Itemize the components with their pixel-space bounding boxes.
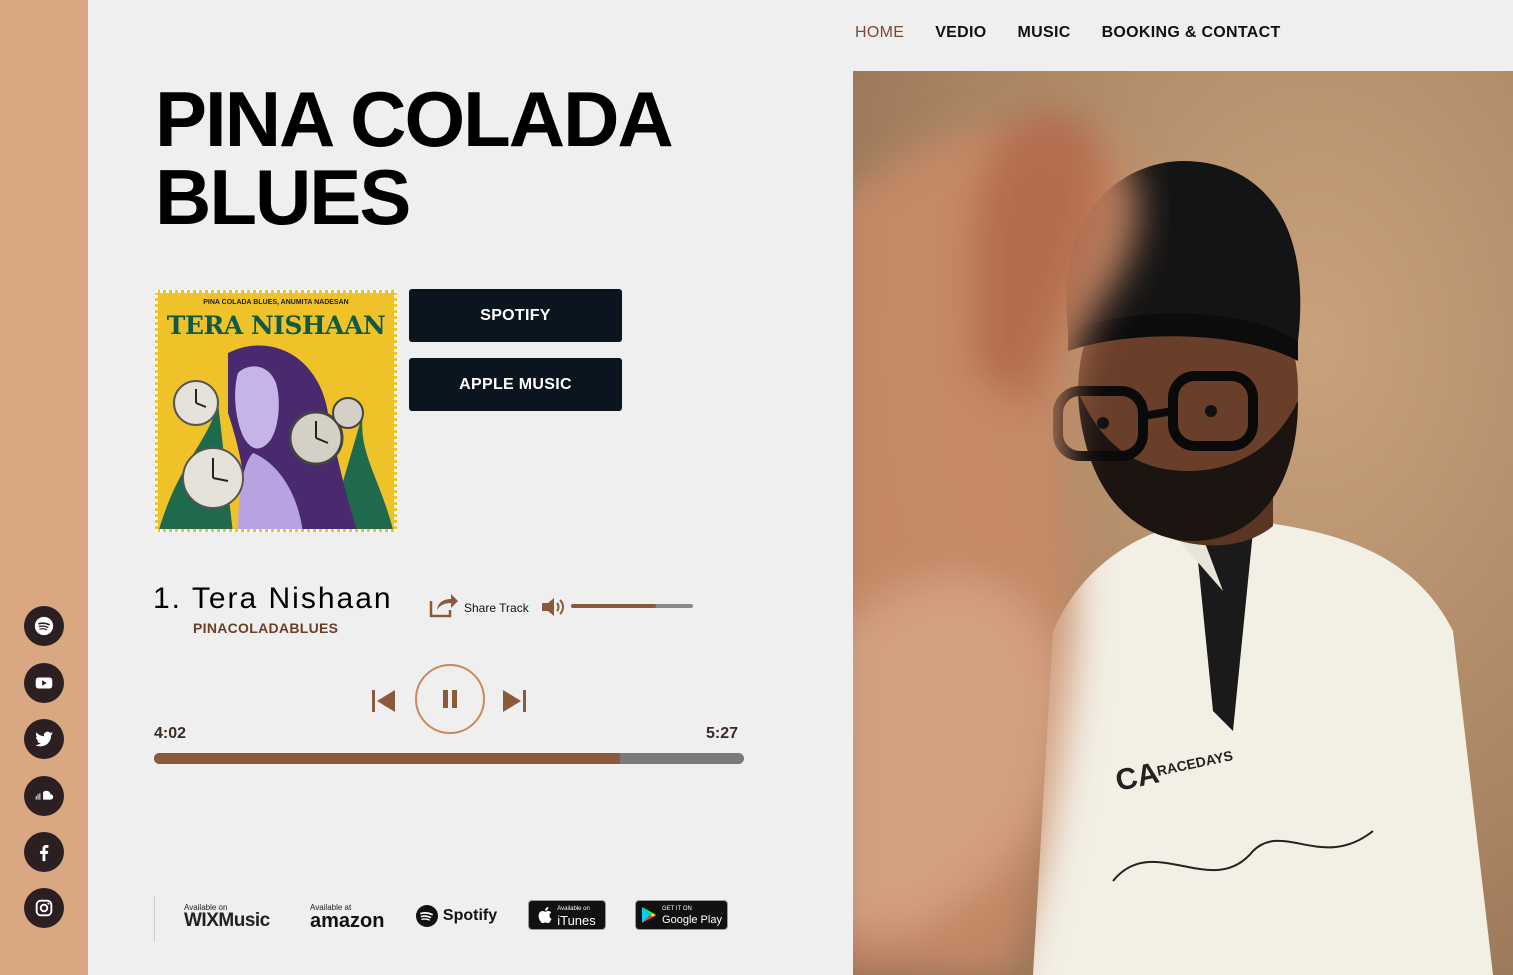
share-icon <box>429 594 458 618</box>
volume-slider[interactable] <box>571 604 693 608</box>
album-name: TERA NISHAAN <box>166 311 386 340</box>
title-line-1: PINA COLADA <box>155 75 674 163</box>
nav-home[interactable]: HOME <box>855 24 904 42</box>
amazon-text: amazon <box>310 909 385 932</box>
album-art-illustration <box>159 345 393 529</box>
itunes-badge[interactable]: Available on iTunes <box>528 900 606 930</box>
track-progress-fill <box>154 753 621 764</box>
volume-icon[interactable] <box>540 595 566 619</box>
instagram-icon[interactable] <box>24 888 64 928</box>
current-time: 4:02 <box>154 725 187 742</box>
nav-vedio[interactable]: VEDIO <box>935 24 986 42</box>
total-time: 5:27 <box>706 725 739 742</box>
title-line-2: BLUES <box>155 153 411 241</box>
twitter-icon[interactable] <box>24 719 64 759</box>
spotify-icon[interactable] <box>24 606 64 646</box>
share-track-label: Share Track <box>464 601 529 615</box>
google-play-text: Google Play <box>662 914 722 926</box>
facebook-icon[interactable] <box>24 832 64 872</box>
apple-music-button[interactable]: APPLE MUSIC <box>409 358 622 411</box>
wix-music-badge[interactable]: Available on WIXMusic <box>184 898 284 934</box>
share-track-button[interactable]: Share Track <box>428 591 529 619</box>
page-title: PINA COLADA BLUES <box>155 80 755 236</box>
spotify-badge-text: Spotify <box>442 907 498 924</box>
soundcloud-icon[interactable] <box>24 776 64 816</box>
badge-divider <box>154 896 155 942</box>
track-artist[interactable]: PINACOLADABLUES <box>193 620 338 636</box>
next-track-icon[interactable] <box>502 688 527 714</box>
pause-button[interactable] <box>415 664 485 734</box>
track-title: 1. Tera Nishaan <box>153 582 393 615</box>
previous-track-icon[interactable] <box>371 688 396 714</box>
spotify-logo-icon <box>415 905 438 927</box>
track-progress-bar[interactable] <box>154 753 744 764</box>
amazon-badge[interactable]: Available at amazon <box>310 898 386 934</box>
youtube-icon[interactable] <box>24 663 64 703</box>
google-play-icon <box>642 907 657 923</box>
apple-logo-icon <box>538 907 552 923</box>
album-artists: PINA COLADA BLUES, ANUMITA NADESAN <box>203 299 349 306</box>
album-cover: PINA COLADA BLUES, ANUMITA NADESAN TERA … <box>155 290 397 532</box>
volume-level <box>571 604 657 608</box>
nav-booking-contact[interactable]: BOOKING & CONTACT <box>1102 24 1281 42</box>
wix-text: WIXMusic <box>184 909 270 931</box>
pause-icon <box>443 690 457 708</box>
nav-music[interactable]: MUSIC <box>1018 24 1071 42</box>
google-play-badge[interactable]: GET IT ON Google Play <box>635 900 728 930</box>
artist-photo: CA RACEDAYS <box>853 71 1513 975</box>
sidebar <box>0 0 88 975</box>
main-nav: HOME VEDIO MUSIC BOOKING & CONTACT <box>855 24 1281 42</box>
spotify-button[interactable]: SPOTIFY <box>409 289 622 342</box>
spotify-badge[interactable]: Spotify <box>412 898 500 934</box>
itunes-text: iTunes <box>557 913 596 928</box>
